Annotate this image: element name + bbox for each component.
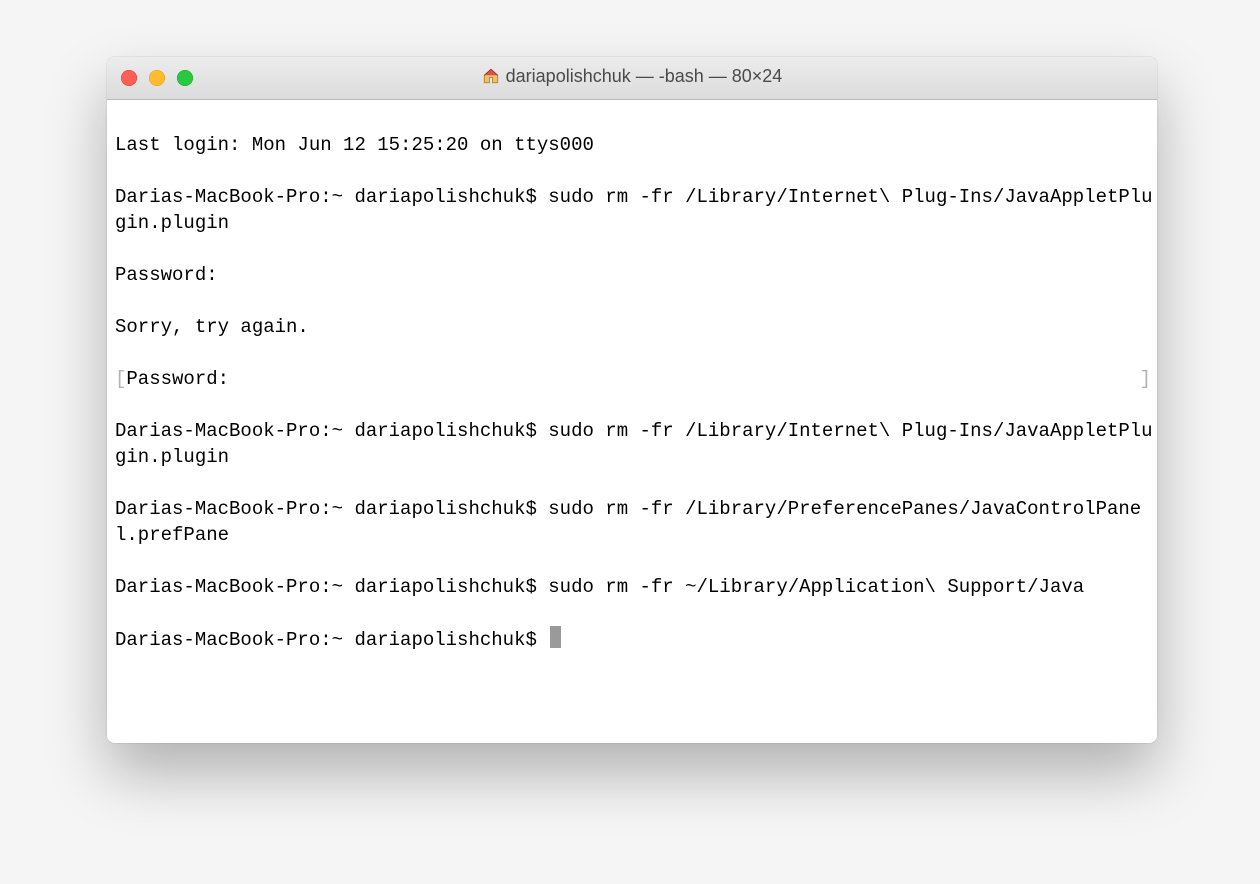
password-prompt: Password: (115, 262, 1153, 288)
command-line: Darias-MacBook-Pro:~ dariapolishchuk$ su… (115, 418, 1153, 470)
command-line: Darias-MacBook-Pro:~ dariapolishchuk$ su… (115, 496, 1153, 548)
terminal-output[interactable]: Last login: Mon Jun 12 15:25:20 on ttys0… (107, 100, 1157, 743)
prompt: Darias-MacBook-Pro:~ dariapolishchuk$ (115, 420, 548, 442)
prompt: Darias-MacBook-Pro:~ dariapolishchuk$ (115, 186, 548, 208)
command-line: Darias-MacBook-Pro:~ dariapolishchuk$ su… (115, 184, 1153, 236)
prompt: Darias-MacBook-Pro:~ dariapolishchuk$ (115, 576, 548, 598)
titlebar[interactable]: dariapolishchuk — -bash — 80×24 (107, 57, 1157, 100)
prompt-line[interactable]: Darias-MacBook-Pro:~ dariapolishchuk$ (115, 626, 1153, 653)
prompt: Darias-MacBook-Pro:~ dariapolishchuk$ (115, 498, 548, 520)
last-login-line: Last login: Mon Jun 12 15:25:20 on ttys0… (115, 132, 1153, 158)
traffic-lights (121, 70, 193, 86)
password-prompt: [Password:] (115, 366, 1153, 392)
prompt: Darias-MacBook-Pro:~ dariapolishchuk$ (115, 629, 548, 651)
cursor-icon (550, 626, 561, 648)
sorry-line: Sorry, try again. (115, 314, 1153, 340)
zoom-button[interactable] (177, 70, 193, 86)
minimize-button[interactable] (149, 70, 165, 86)
command-text: sudo rm -fr ~/Library/Application\ Suppo… (548, 576, 1084, 598)
home-icon (482, 67, 500, 85)
close-button[interactable] (121, 70, 137, 86)
window-title: dariapolishchuk — -bash — 80×24 (482, 66, 783, 87)
command-line: Darias-MacBook-Pro:~ dariapolishchuk$ su… (115, 574, 1153, 600)
window-title-text: dariapolishchuk — -bash — 80×24 (506, 66, 783, 87)
terminal-window: dariapolishchuk — -bash — 80×24 Last log… (107, 57, 1157, 743)
